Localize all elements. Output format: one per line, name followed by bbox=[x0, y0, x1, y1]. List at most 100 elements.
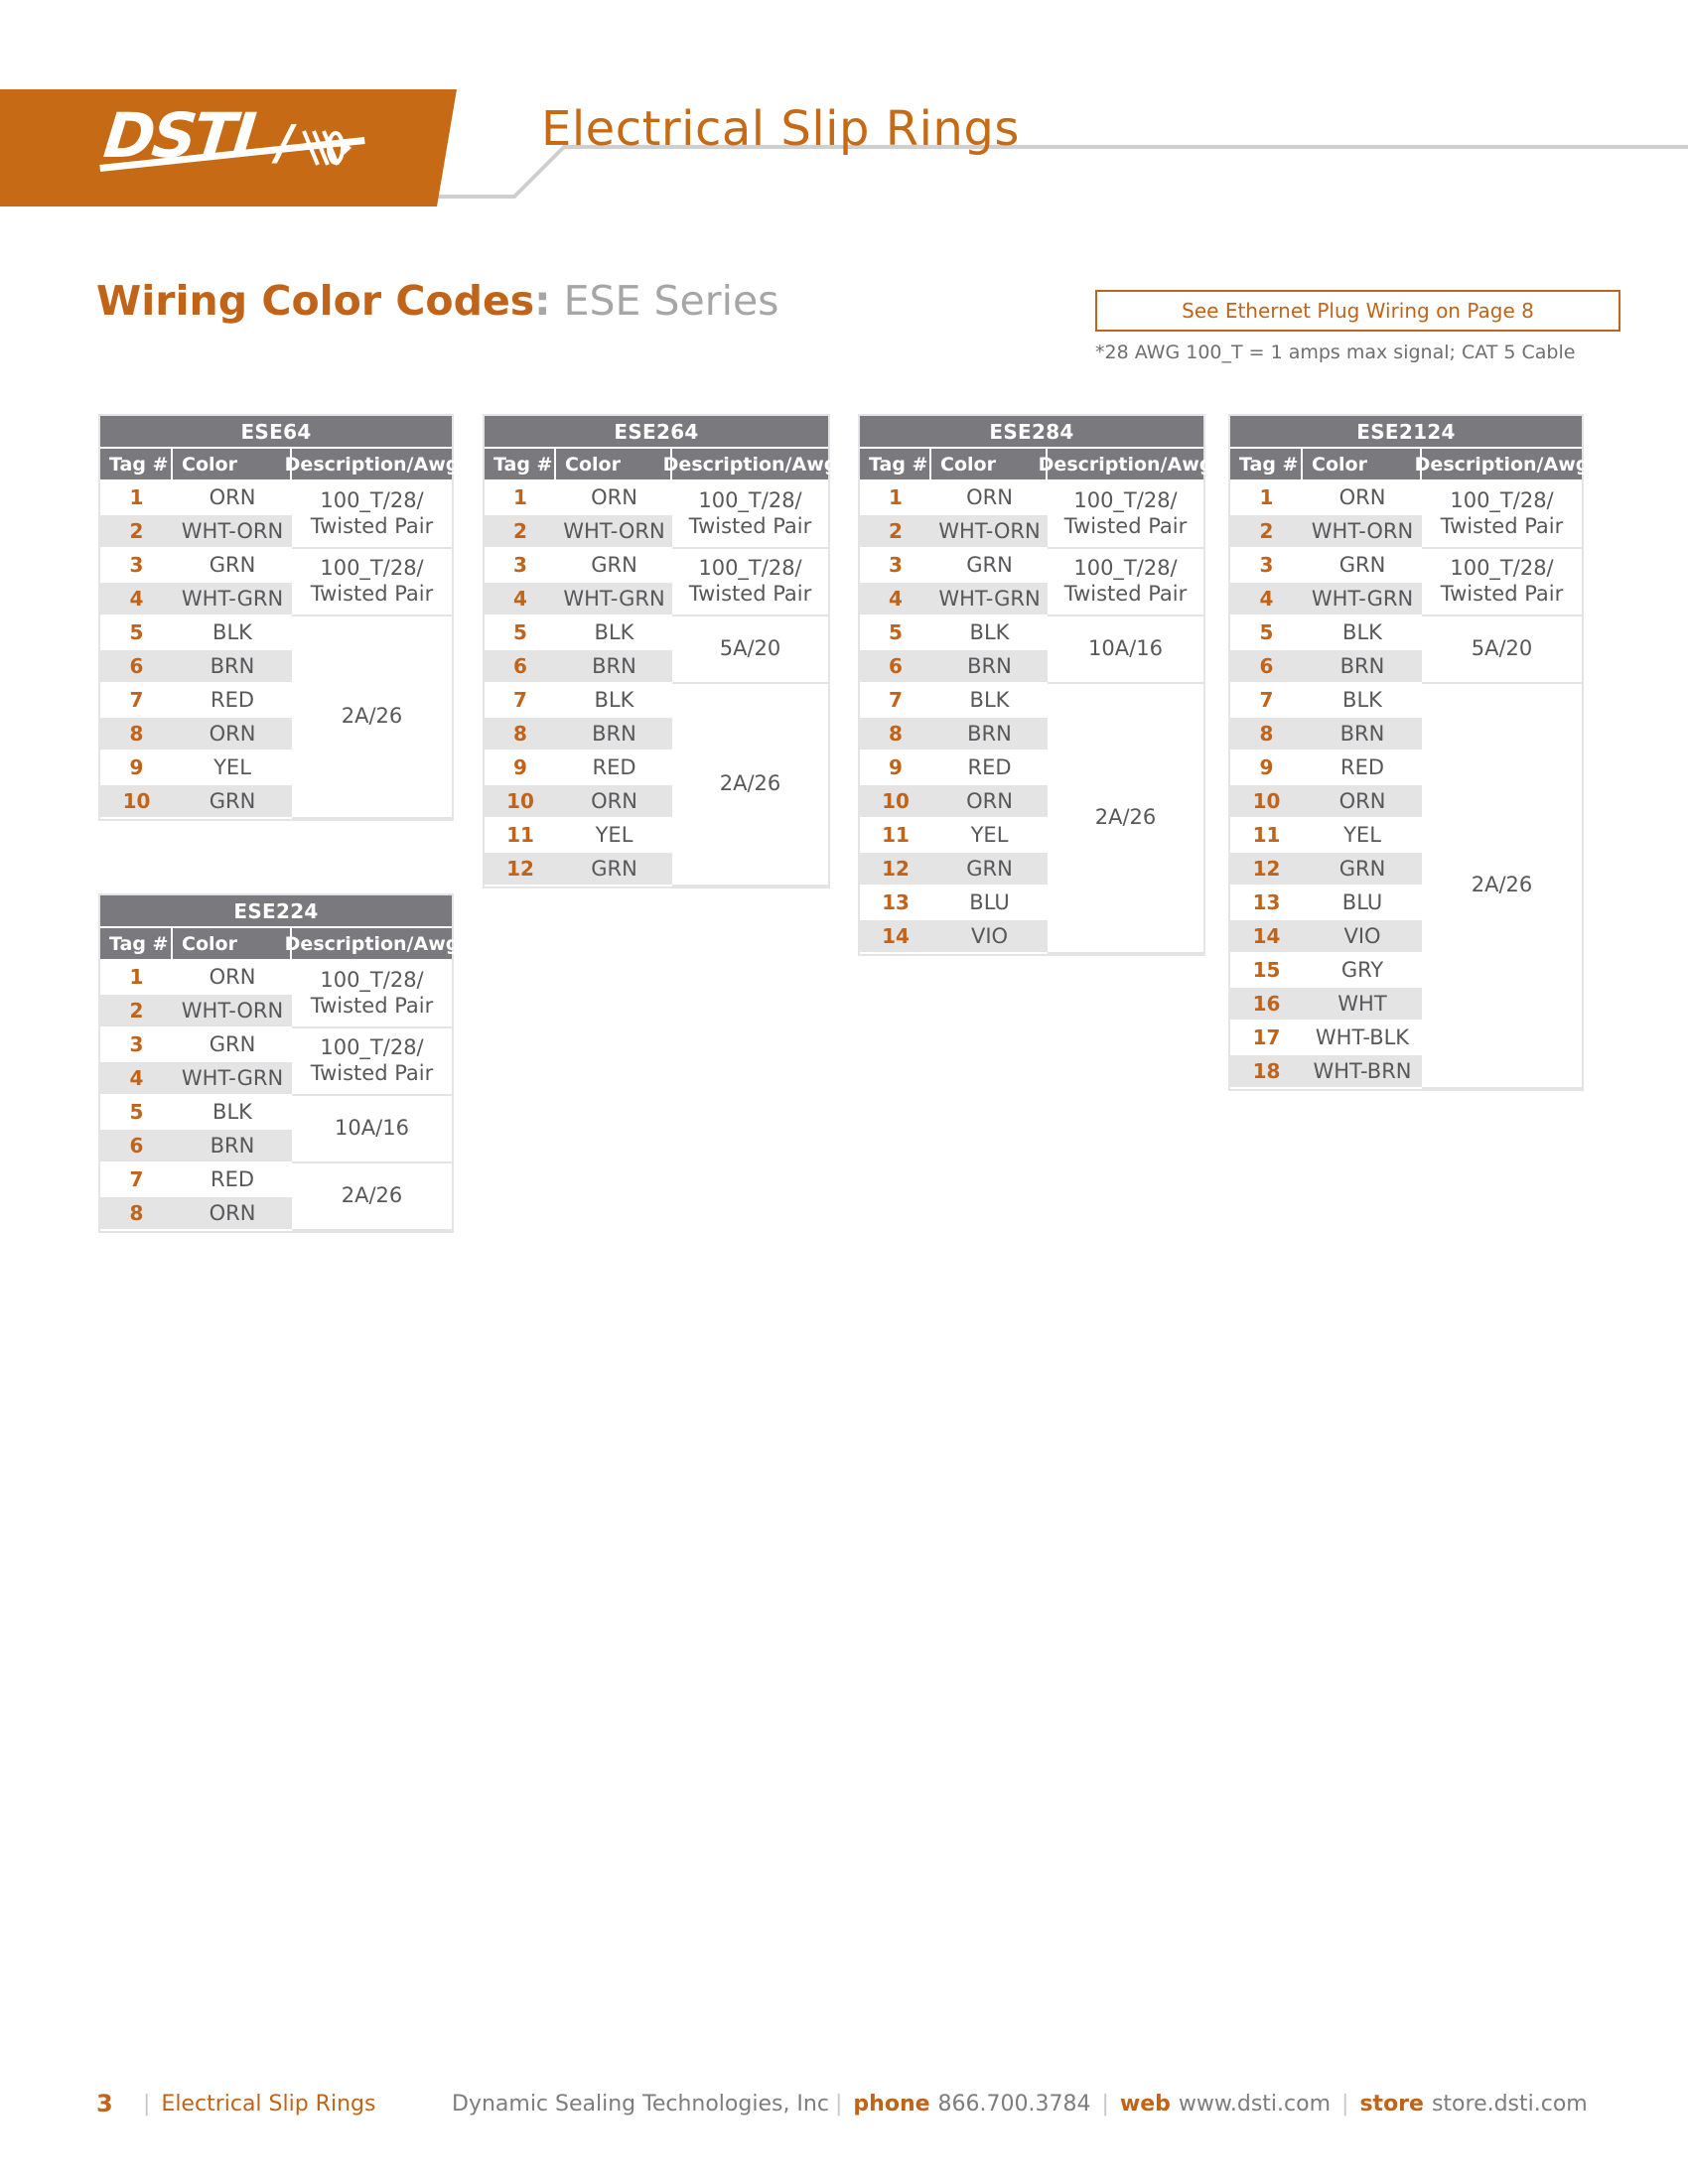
table-row: 5 bbox=[485, 616, 556, 650]
table-column-headers: Tag # Color Description/Awg bbox=[485, 449, 837, 479]
table-cell-description: 10A/16 bbox=[1048, 616, 1203, 684]
table-cell-color: VIO bbox=[1303, 920, 1422, 954]
table-cell-description: 5A/20 bbox=[672, 616, 828, 684]
table-cell-description: 100_T/28/Twisted Pair bbox=[292, 549, 452, 616]
table-cell-color: GRN bbox=[173, 785, 292, 819]
table-row: 7 bbox=[485, 684, 556, 718]
table-row: 7 bbox=[100, 1163, 173, 1197]
column-header-tag: Tag # bbox=[485, 449, 556, 479]
column-header-description: Description/Awg bbox=[284, 453, 460, 476]
tag-column: 1 2 3 4 5 6 7 8 9 10 11 12 13 14 15 16 17 18 bbox=[1230, 481, 1303, 1089]
table-row: 12 bbox=[1230, 853, 1303, 887]
footer-phone-label: phone bbox=[853, 2091, 930, 2116]
color-column: ORN WHT-ORN GRN WHT-GRN BLK BRN BLK BRN RED ORN YE… bbox=[556, 481, 672, 887]
table-cell-color: BRN bbox=[1303, 718, 1422, 751]
table-cell-color: BRN bbox=[931, 718, 1048, 751]
footer-phone-value[interactable]: 866.700.3784 bbox=[938, 2092, 1091, 2116]
column-header-tag: Tag # bbox=[100, 928, 173, 959]
table-cell-color: BRN bbox=[556, 718, 672, 751]
table-cell-color: BLK bbox=[556, 684, 672, 718]
table-row: 5 bbox=[860, 616, 931, 650]
table-cell-description: 100_T/28/Twisted Pair bbox=[672, 549, 828, 616]
page-title-strong: Wiring Color Codes bbox=[96, 277, 535, 325]
footer-store-label: store bbox=[1359, 2091, 1424, 2116]
table-row: 4 bbox=[100, 583, 173, 616]
column-header-color: Color bbox=[173, 449, 292, 479]
table-cell-color: ORN bbox=[556, 481, 672, 515]
wiring-table-ese2124: ESE2124 Tag # Color Description/Awg 1 2 3 4 5 6 7 8… bbox=[1228, 414, 1590, 1091]
page-title-colon: : bbox=[534, 277, 551, 325]
table-cell-color: ORN bbox=[173, 481, 292, 515]
header-title: Electrical Slip Rings bbox=[541, 101, 1020, 157]
table-row: 1 bbox=[485, 481, 556, 515]
ethernet-plug-wiring-note-box[interactable]: See Ethernet Plug Wiring on Page 8 bbox=[1095, 290, 1620, 332]
wiring-table-ese264: ESE264 Tag # Color Description/Awg 1 2 3 4 5 6 7 8 9… bbox=[483, 414, 837, 888]
table-cell-color: BRN bbox=[1303, 650, 1422, 684]
table-cell-description: 100_T/28/Twisted Pair bbox=[292, 961, 452, 1028]
table-column-headers: Tag # Color Description/Awg bbox=[100, 449, 460, 479]
footer-store-value[interactable]: store.dsti.com bbox=[1432, 2092, 1588, 2116]
column-header-tag: Tag # bbox=[100, 449, 173, 479]
footer-separator-3: | bbox=[1101, 2091, 1109, 2116]
table-row: 10 bbox=[100, 785, 173, 819]
column-header-tag: Tag # bbox=[1230, 449, 1303, 479]
color-column: ORN WHT-ORN GRN WHT-GRN BLK BRN BLK BRN RED ORN YE… bbox=[1303, 481, 1422, 1089]
table-cell-color: GRN bbox=[1303, 853, 1422, 887]
table-row: 9 bbox=[1230, 751, 1303, 785]
table-cell-color: BRN bbox=[173, 650, 292, 684]
table-row: 7 bbox=[1230, 684, 1303, 718]
table-cell-color: BRN bbox=[556, 650, 672, 684]
table-cell-color: ORN bbox=[556, 785, 672, 819]
tag-column: 1 2 3 4 5 6 7 8 9 10 11 12 bbox=[485, 481, 556, 887]
awg-footnote: *28 AWG 100_T = 1 amps max signal; CAT 5… bbox=[1095, 341, 1576, 363]
table-row: 12 bbox=[485, 853, 556, 887]
table-row: 3 bbox=[100, 549, 173, 583]
table-row: 3 bbox=[860, 549, 931, 583]
table-row: 2 bbox=[860, 515, 931, 549]
table-row: 18 bbox=[1230, 1055, 1303, 1089]
table-cell-color: ORN bbox=[173, 961, 292, 995]
logo-coil-icon bbox=[302, 130, 352, 166]
description-column: 100_T/28/Twisted Pair 100_T/28/Twisted Pa… bbox=[672, 481, 828, 887]
table-cell-color: ORN bbox=[1303, 785, 1422, 819]
table-cell-color: BLK bbox=[931, 684, 1048, 718]
table-cell-description: 2A/26 bbox=[1422, 684, 1582, 1089]
table-cell-description: 100_T/28/Twisted Pair bbox=[1422, 481, 1582, 549]
wiring-table-ese64: ESE64 Tag # Color Description/Awg 1 2 3 4 5 6 7 8 9 1… bbox=[98, 414, 460, 821]
table-row: 12 bbox=[860, 853, 931, 887]
table-row: 2 bbox=[100, 995, 173, 1028]
column-header-color: Color bbox=[931, 449, 1048, 479]
description-column: 100_T/28/Twisted Pair 100_T/28/Twisted Pa… bbox=[292, 481, 452, 819]
table-cell-color: BRN bbox=[173, 1130, 292, 1163]
tag-column: 1 2 3 4 5 6 7 8 9 10 bbox=[100, 481, 173, 819]
footer-separator-4: | bbox=[1341, 2091, 1349, 2116]
table-cell-color: WHT-BRN bbox=[1303, 1055, 1422, 1089]
table-cell-color: WHT-ORN bbox=[1303, 515, 1422, 549]
wiring-table-ese224: ESE224 Tag # Color Description/Awg 1 2 3 4 5 6 7 8 O… bbox=[98, 893, 459, 1233]
table-cell-color: WHT-GRN bbox=[556, 583, 672, 616]
table-cell-color: RED bbox=[173, 684, 292, 718]
table-row: 6 bbox=[860, 650, 931, 684]
table-cell-color: WHT-ORN bbox=[173, 995, 292, 1028]
table-cell-description: 2A/26 bbox=[1048, 684, 1203, 954]
page-title: Wiring Color Codes: ESE Series bbox=[96, 277, 779, 325]
table-body: 1 2 3 4 5 6 7 8 9 10 ORN WHT-ORN GRN WHT-GRN BLK BRN RED… bbox=[100, 479, 452, 819]
table-body: 1 2 3 4 5 6 7 8 9 10 11 12 13 14 15 16 17 18 ORN WHT-ORN GRN… bbox=[1230, 479, 1582, 1089]
table-cell-color: GRY bbox=[1303, 954, 1422, 988]
table-row: 14 bbox=[1230, 920, 1303, 954]
table-row: 15 bbox=[1230, 954, 1303, 988]
table-row: 13 bbox=[860, 887, 931, 920]
table-row: 3 bbox=[1230, 549, 1303, 583]
table-cell-color: GRN bbox=[173, 549, 292, 583]
table-cell-color: ORN bbox=[931, 785, 1048, 819]
color-column: ORN WHT-ORN GRN WHT-GRN BLK BRN RED ORN YEL GRN bbox=[173, 481, 292, 819]
column-header-description: Description/Awg bbox=[1038, 453, 1213, 476]
column-header-description: Description/Awg bbox=[1414, 453, 1590, 476]
table-cell-color: WHT-BLK bbox=[1303, 1022, 1422, 1055]
table-row: 10 bbox=[1230, 785, 1303, 819]
table-cell-color: WHT-GRN bbox=[173, 1062, 292, 1096]
footer-web-value[interactable]: www.dsti.com bbox=[1179, 2092, 1331, 2116]
table-cell-color: ORN bbox=[1303, 481, 1422, 515]
page-footer: 3 | Electrical Slip Rings Dynamic Sealin… bbox=[0, 2079, 1688, 2128]
table-cell-color: YEL bbox=[1303, 819, 1422, 853]
